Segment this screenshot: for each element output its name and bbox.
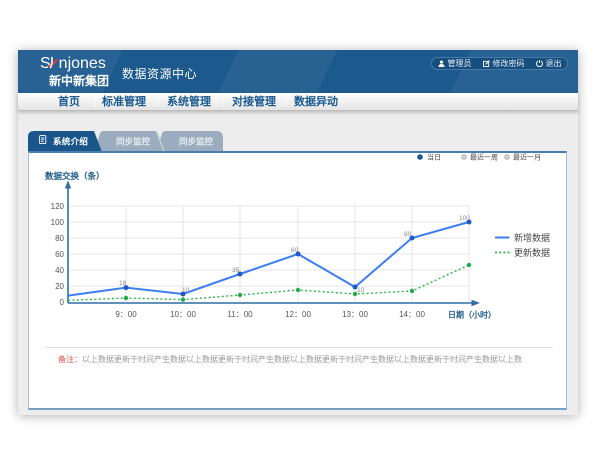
svg-text:20: 20 xyxy=(55,282,64,291)
svg-text:120: 120 xyxy=(51,202,65,211)
svg-text:100: 100 xyxy=(51,218,65,227)
svg-text:10：00: 10：00 xyxy=(170,310,196,319)
svg-text:更新数据: 更新数据 xyxy=(514,247,550,258)
svg-text:40: 40 xyxy=(55,266,64,275)
svg-text:11：00: 11：00 xyxy=(227,310,253,319)
svg-text:0: 0 xyxy=(60,298,65,307)
svg-text:系统介绍: 系统介绍 xyxy=(53,137,88,147)
svg-text:当日: 当日 xyxy=(427,153,441,162)
svg-text:同步监控: 同步监控 xyxy=(179,137,214,147)
svg-text:同步监控: 同步监控 xyxy=(116,137,151,147)
svg-text:12：00: 12：00 xyxy=(285,310,311,319)
svg-text:80: 80 xyxy=(404,231,412,238)
svg-text:最近一周: 最近一周 xyxy=(470,153,498,162)
svg-text:数据交换（条）: 数据交换（条） xyxy=(45,171,105,181)
svg-text:13：00: 13：00 xyxy=(342,310,368,319)
svg-text:80: 80 xyxy=(55,234,64,243)
svg-text:9：00: 9：00 xyxy=(115,310,137,319)
svg-text:60: 60 xyxy=(55,250,64,259)
svg-text:14：00: 14：00 xyxy=(399,310,425,319)
svg-text:60: 60 xyxy=(291,247,299,254)
svg-text:日期（小时）: 日期（小时） xyxy=(448,310,496,320)
svg-text:100: 100 xyxy=(459,215,470,222)
svg-text:最近一月: 最近一月 xyxy=(513,153,541,162)
svg-text:10: 10 xyxy=(357,287,365,294)
svg-text:10: 10 xyxy=(182,287,190,294)
svg-text:新增数据: 新增数据 xyxy=(514,232,550,243)
svg-text:18: 18 xyxy=(119,280,127,287)
svg-text:35: 35 xyxy=(232,267,240,274)
